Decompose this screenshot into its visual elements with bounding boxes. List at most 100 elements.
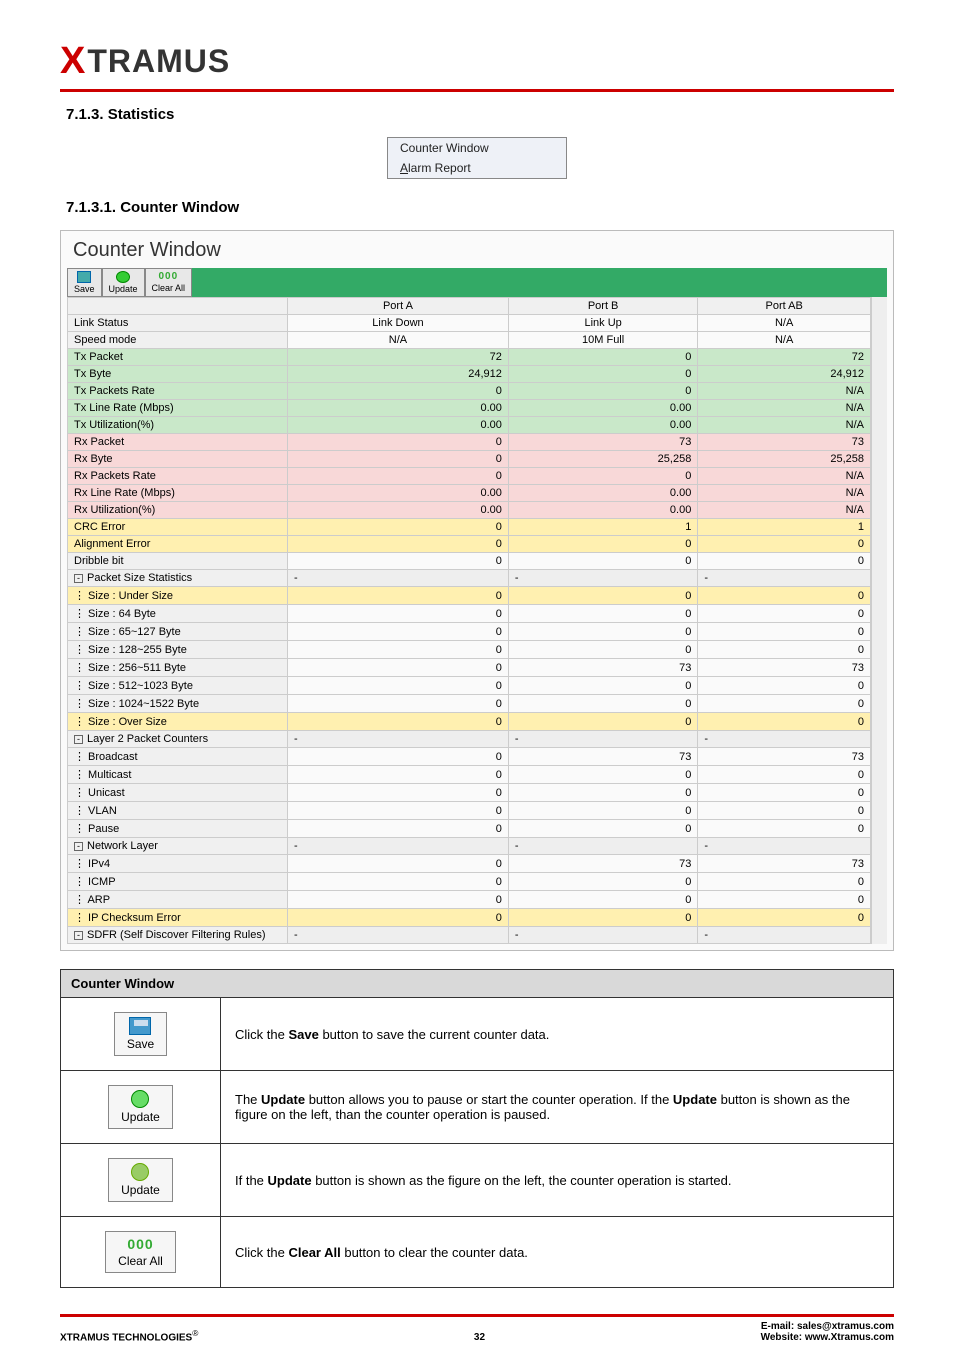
- cell-value: 0: [508, 383, 697, 400]
- cell-value: 0: [698, 587, 871, 605]
- row-label: ⋮ Multicast: [68, 766, 288, 784]
- tree-toggle-icon[interactable]: -: [74, 842, 83, 851]
- cell-value: 0: [508, 873, 697, 891]
- cell-value: 0: [698, 641, 871, 659]
- cell-value: 10M Full: [508, 332, 697, 349]
- cell-value: 0.00: [508, 485, 697, 502]
- vertical-scrollbar[interactable]: [871, 297, 887, 944]
- footer-email: sales@xtramus.com: [797, 1321, 894, 1332]
- cell-value: 0: [698, 766, 871, 784]
- info-button-box[interactable]: 000Clear All: [105, 1231, 176, 1273]
- cell-value: 24,912: [288, 366, 509, 383]
- table-row: ⋮ Size : 64 Byte000: [68, 605, 871, 623]
- cell-value: 73: [698, 434, 871, 451]
- cell-value: 0: [698, 695, 871, 713]
- cell-value: 0: [288, 855, 509, 873]
- footer-left: XTRAMUS TECHNOLOGIES®: [60, 1328, 198, 1343]
- row-label: Rx Line Rate (Mbps): [68, 485, 288, 502]
- cell-value: 0: [698, 820, 871, 838]
- cell-value: 0: [288, 909, 509, 927]
- cell-value: 24,912: [698, 366, 871, 383]
- tree-toggle-icon[interactable]: -: [74, 931, 83, 940]
- table-row: ⋮ ARP000: [68, 891, 871, 909]
- row-label: -Packet Size Statistics: [68, 570, 288, 587]
- row-label: ⋮ VLAN: [68, 802, 288, 820]
- cell-value: -: [508, 731, 697, 748]
- table-row: ⋮ Size : 1024~1522 Byte000: [68, 695, 871, 713]
- cell-value: 0: [288, 802, 509, 820]
- table-row: ⋮ Pause000: [68, 820, 871, 838]
- cell-value: -: [288, 927, 509, 944]
- info-icon-cell: Save: [61, 998, 221, 1071]
- col-blank: [68, 298, 288, 315]
- cell-value: N/A: [698, 332, 871, 349]
- info-button-label: Save: [127, 1037, 154, 1051]
- cell-value: 0: [288, 451, 509, 468]
- toolbar-update-button[interactable]: Update: [102, 268, 145, 297]
- table-row: -Layer 2 Packet Counters---: [68, 731, 871, 748]
- tree-toggle-icon[interactable]: -: [74, 735, 83, 744]
- footer-company: XTRAMUS TECHNOLOGIES: [60, 1332, 192, 1343]
- cell-value: 73: [698, 659, 871, 677]
- toolbar-update-label: Update: [109, 284, 138, 294]
- cell-value: Link Up: [508, 315, 697, 332]
- table-row: Alignment Error000: [68, 536, 871, 553]
- cell-value: 0: [508, 553, 697, 570]
- cell-value: 0: [288, 748, 509, 766]
- cell-value: 0.00: [288, 400, 509, 417]
- menu-alarm-report[interactable]: Alarm Report: [388, 158, 566, 178]
- row-label: ⋮ IPv4: [68, 855, 288, 873]
- toolbar-clear-button[interactable]: 000 Clear All: [145, 268, 193, 297]
- cell-value: 0: [698, 891, 871, 909]
- cell-value: 0: [508, 605, 697, 623]
- toolbar-save-button[interactable]: Save: [67, 268, 102, 297]
- info-description: The Update button allows you to pause or…: [221, 1071, 894, 1144]
- info-description: If the Update button is shown as the fig…: [221, 1144, 894, 1217]
- cell-value: 0: [288, 468, 509, 485]
- info-button-box[interactable]: Update: [108, 1085, 173, 1129]
- row-label: Tx Packet: [68, 349, 288, 366]
- table-row: Rx Byte025,25825,258: [68, 451, 871, 468]
- cell-value: -: [698, 927, 871, 944]
- table-row: Tx Utilization(%)0.000.00N/A: [68, 417, 871, 434]
- row-label: ⋮ Broadcast: [68, 748, 288, 766]
- cell-value: 72: [698, 349, 871, 366]
- counter-toolbar: Save Update 000 Clear All: [67, 268, 887, 297]
- info-row: Update If the Update button is shown as t…: [61, 1144, 894, 1217]
- table-row: ⋮ IPv407373: [68, 855, 871, 873]
- cell-value: 73: [698, 855, 871, 873]
- table-row: Tx Line Rate (Mbps)0.000.00N/A: [68, 400, 871, 417]
- footer-site-label: Website:: [761, 1332, 805, 1343]
- table-row: Tx Byte24,912024,912: [68, 366, 871, 383]
- cell-value: 73: [698, 748, 871, 766]
- counter-window-panel: Counter Window Save Update 000 Clear All: [60, 230, 894, 951]
- cell-value: N/A: [698, 468, 871, 485]
- table-row: -Packet Size Statistics---: [68, 570, 871, 587]
- row-label: Rx Packet: [68, 434, 288, 451]
- row-label: CRC Error: [68, 519, 288, 536]
- row-label: ⋮ Size : 1024~1522 Byte: [68, 695, 288, 713]
- row-label: Tx Line Rate (Mbps): [68, 400, 288, 417]
- footer-page: 32: [474, 1332, 485, 1343]
- cell-value: N/A: [698, 315, 871, 332]
- cell-value: 0: [698, 909, 871, 927]
- table-row: -SDFR (Self Discover Filtering Rules)---: [68, 927, 871, 944]
- subsection-title: 7.1.3.1. Counter Window: [66, 199, 894, 216]
- menu-alarm-rest: larm Report: [408, 161, 471, 175]
- cell-value: 0: [698, 553, 871, 570]
- cell-value: 0: [508, 623, 697, 641]
- cell-value: 0.00: [288, 417, 509, 434]
- footer-site: www.Xtramus.com: [805, 1332, 894, 1343]
- cell-value: 0: [698, 605, 871, 623]
- info-button-box[interactable]: Save: [114, 1012, 167, 1056]
- info-button-label: Update: [121, 1183, 160, 1197]
- col-port-b: Port B: [508, 298, 697, 315]
- table-row: ⋮ Multicast000: [68, 766, 871, 784]
- cell-value: 0.00: [508, 417, 697, 434]
- info-table: Counter Window SaveClick the Save button…: [60, 969, 894, 1288]
- cell-value: 0: [508, 802, 697, 820]
- menu-counter-window[interactable]: Counter Window: [388, 138, 566, 158]
- tree-toggle-icon[interactable]: -: [74, 574, 83, 583]
- cell-value: 0: [288, 784, 509, 802]
- info-button-box[interactable]: Update: [108, 1158, 173, 1202]
